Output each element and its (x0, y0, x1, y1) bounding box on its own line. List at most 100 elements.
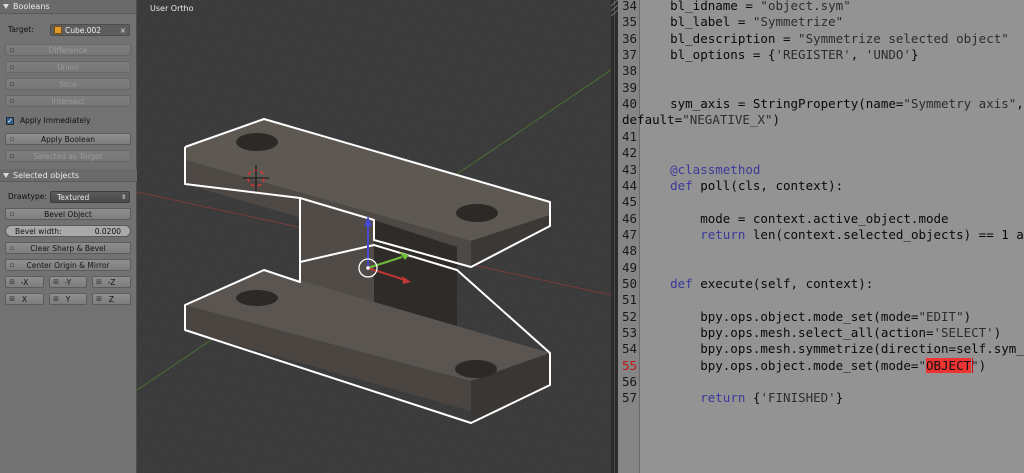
difference-label: Difference (48, 46, 88, 55)
mirror-icon: ▫ (9, 261, 15, 269)
line-number: 38 (621, 63, 637, 79)
text-editor[interactable]: 34 bl_idname = "object.sym" 35 bl_label =… (618, 0, 1024, 473)
drawtype-label: Drawtype: (8, 192, 47, 201)
target-field[interactable]: Cube.002 × (50, 24, 130, 36)
line-number: 40 (621, 96, 637, 112)
line-number: 48 (621, 243, 637, 259)
code-token: def (670, 177, 693, 193)
code-line[interactable]: bpy.ops.mesh.select_all(action='SELECT') (640, 325, 1001, 340)
drawtype-dropdown[interactable]: Textured ⇕ (50, 191, 130, 203)
code-token: def (670, 275, 693, 291)
bevel-object-button[interactable]: ▫ Bevel Object (5, 208, 131, 220)
mirror-neg-y-button[interactable]: ⊞ -Y (49, 276, 87, 288)
line-number: 39 (621, 79, 637, 95)
hole-bottom-right (455, 360, 497, 378)
line-number: 35 (621, 14, 637, 30)
hole-bottom-left (236, 290, 278, 306)
code-token: return (700, 226, 746, 242)
selected-as-target-label: Selected as Target (33, 152, 103, 161)
collapse-triangle-icon (3, 173, 9, 178)
code-line[interactable]: bpy.ops.object.mode_set(mode="OBJECT") (640, 357, 987, 373)
mirror-neg-x-button[interactable]: ⊞ -X (5, 276, 44, 288)
line-number: 45 (621, 194, 637, 210)
code-token: "Symmetrize" (752, 14, 844, 30)
line-number: 43 (621, 161, 637, 177)
code-line[interactable]: bl_options = {'REGISTER', 'UNDO'} (640, 47, 918, 62)
axis-icon: ⊞ (53, 278, 59, 286)
code-line[interactable]: def poll(cls, context): (640, 178, 843, 193)
intersect-button[interactable]: ▫ Intersect (5, 95, 131, 107)
code-token: 'REGISTER' (775, 47, 851, 63)
code-token: bl_description = (640, 30, 799, 46)
code-line[interactable]: def execute(self, context): (640, 276, 873, 291)
code-token: return (700, 390, 746, 406)
center-origin-mirror-button[interactable]: ▫ Center Origin & Mirror (5, 259, 131, 271)
code-line[interactable]: bl_label = "Symmetrize" (640, 14, 843, 29)
axis-icon: ⊞ (96, 278, 102, 286)
code-line[interactable]: return len(context.selected_objects) == … (640, 227, 1024, 242)
area-corner-icon[interactable] (611, 0, 618, 22)
bevel-width-field[interactable]: Bevel width: 0.0200 (5, 225, 131, 237)
x-label: X (21, 295, 28, 304)
area-splitter[interactable] (611, 0, 618, 473)
booleans-panel-header[interactable]: Booleans (0, 0, 136, 14)
neg-y-label: -Y (64, 278, 72, 287)
tool-shelf: Booleans Target: Cube.002 × ▫ Difference … (0, 0, 137, 473)
code-line[interactable]: bpy.ops.mesh.symmetrize(direction=self.s… (640, 341, 1024, 356)
line-number: 51 (621, 292, 637, 308)
code-line[interactable]: sym_axis = StringProperty(name="Symmetry… (640, 96, 1024, 111)
line-number: 46 (621, 210, 637, 226)
selected-objects-panel-header[interactable]: Selected objects (0, 169, 137, 182)
slice-button[interactable]: ▫ Slice (5, 78, 131, 90)
clear-x-icon[interactable]: × (120, 25, 126, 36)
booleans-header-label: Booleans (13, 2, 50, 11)
apply-boolean-button[interactable]: ▫ Apply Boolean (5, 133, 131, 145)
code-token: "Symmetry axis" (903, 96, 1017, 112)
clear-sharp-bevel-button[interactable]: ▫ Clear Sharp & Bevel (5, 242, 131, 254)
code-line[interactable]: default="NEGATIVE_X") (622, 112, 780, 127)
line-number: 49 (621, 259, 637, 275)
line-number: 34 (621, 0, 637, 13)
line-number: 53 (621, 325, 637, 340)
code-line[interactable]: mode = context.active_object.mode (640, 211, 948, 226)
code-token: bpy.ops.mesh.select_all(action= (640, 325, 934, 340)
mirror-neg-z-button[interactable]: ⊞ -Z (92, 276, 131, 288)
target-value: Cube.002 (65, 26, 102, 35)
code-line[interactable]: bl_description = "Symmetrize selected ob… (640, 31, 1009, 46)
mirror-y-button[interactable]: ⊞ Y (49, 293, 87, 305)
intersect-label: Intersect (51, 97, 85, 106)
code-line[interactable]: bl_idname = "object.sym" (640, 0, 851, 13)
y-label: Y (65, 295, 71, 304)
code-token: "object.sym" (760, 0, 851, 13)
line-number: 42 (621, 145, 637, 161)
neg-z-label: -Z (107, 278, 116, 287)
code-token: bpy.ops.mesh.symmetrize(direction=self.s… (640, 341, 1024, 357)
code-token: ) (993, 325, 1002, 340)
code-token: , (850, 47, 866, 63)
code-token: poll(cls, context): (692, 177, 844, 193)
mirror-z-button[interactable]: ⊞ Z (92, 293, 131, 305)
line-number: 36 (621, 30, 637, 46)
line-number: 56 (621, 374, 637, 390)
selected-objects-header-label: Selected objects (13, 171, 80, 180)
mirror-x-button[interactable]: ⊞ X (5, 293, 44, 305)
code-token: " (918, 357, 926, 373)
3d-viewport[interactable]: User Ortho (137, 0, 611, 473)
code-token: ) (772, 112, 781, 128)
hole-top-left (236, 133, 278, 151)
union-button[interactable]: ▫ Union (5, 61, 131, 73)
code-token: 'SELECT' (933, 325, 994, 340)
code-token: @classmethod (640, 161, 761, 177)
selected-as-target-button[interactable]: ▫ Selected as Target (5, 150, 131, 162)
line-number: 54 (621, 341, 637, 357)
code-line[interactable]: @classmethod (640, 162, 760, 177)
code-token: ) (978, 357, 987, 373)
line-number: 50 (621, 275, 637, 291)
code-line[interactable]: bpy.ops.object.mode_set(mode="EDIT") (640, 309, 971, 324)
apply-immediately-checkbox[interactable]: ✓ (6, 117, 14, 125)
difference-button[interactable]: ▫ Difference (5, 44, 131, 56)
code-token: "Symmetrize selected object" (798, 30, 1009, 46)
collapse-triangle-icon (3, 4, 9, 9)
line-number: 41 (621, 128, 637, 144)
code-line[interactable]: return {'FINISHED'} (640, 390, 843, 405)
